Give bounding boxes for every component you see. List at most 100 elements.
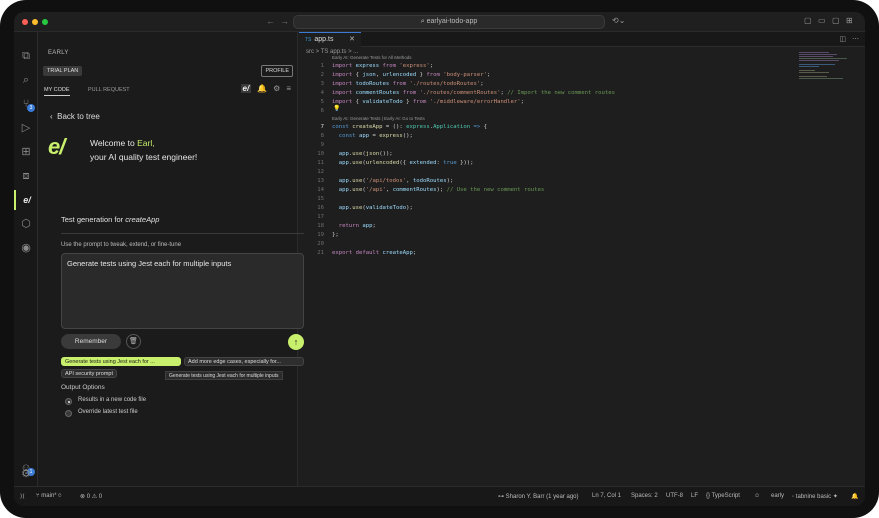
tab-label: app.ts [314,36,334,43]
remote-icon[interactable]: ⟩⟨ [20,493,25,500]
cursor-position[interactable]: Ln 7, Col 1 [592,493,621,499]
package-icon[interactable]: ⬡ [14,214,38,234]
search-icon[interactable]: ⌕ [14,70,38,90]
line-number: 8 [320,133,324,139]
tabnine-status[interactable]: ◦ tabnine basic ✦ [792,493,838,500]
line-number: 11 [317,160,324,166]
radio-override-test-file[interactable] [65,410,72,417]
split-editor-icon[interactable]: ◫ [839,36,846,43]
code-line: app.use(validateTodo); [338,205,413,211]
settings-icon[interactable]: ⚙ [273,84,280,93]
line-number: 2 [320,72,324,78]
manage-gear-icon[interactable]: ⚙ [14,464,38,484]
more-actions-icon[interactable]: ⋯ [852,36,859,43]
send-button[interactable]: ↑ [288,334,304,350]
explorer-icon[interactable]: ⧉ [14,46,38,66]
remote-explorer-icon[interactable]: ⧈ [14,166,38,186]
problems-status[interactable]: ⊗ 0 ⚠ 0 [80,493,102,500]
code-line: return app; [338,223,376,229]
trash-icon[interactable]: 🗑 [126,334,141,349]
indentation-status[interactable]: Spaces: 2 [631,493,658,499]
blame-text: Sharon Y. Barr (1 year ago) [505,494,579,500]
status-bar: ⟩⟨ ⑂ main* ⟳ ⊗ 0 ⚠ 0 ⊶ Sharon Y. Barr (1… [14,486,865,506]
language-status[interactable]: {} TypeScript [706,493,740,499]
close-window-button[interactable] [22,19,28,25]
toggle-secondary-sidebar-icon[interactable]: ▢ [832,16,840,25]
nav-back-icon[interactable]: ← [266,16,275,26]
nav-forward-icon[interactable]: → [280,16,289,26]
title-bar: ← → ⌕ earlyai-todo-app ⟲⌄ ▢ ▭ ▢ ⊞ [14,12,865,32]
branch-status[interactable]: ⑂ main* ⟳ [36,493,62,499]
vscode-window: ← → ⌕ earlyai-todo-app ⟲⌄ ▢ ▭ ▢ ⊞ ⧉ ⌕ ⑂ 3… [14,12,865,506]
code-line: const createApp = (): express.Applicatio… [332,124,487,130]
code-line: app.use(urlencoded({ extended: true })); [338,160,474,166]
close-icon[interactable]: ✕ [349,33,355,47]
menu-icon[interactable]: ≡ [286,84,291,93]
trial-plan-badge: TRIAL PLAN [43,66,83,76]
early-logo-badge[interactable]: e/ [240,84,252,93]
line-number: 13 [317,178,324,184]
copilot-status-icon[interactable]: ☺ [754,493,760,499]
editor-actions: ◫ ⋯ [833,35,859,43]
notifications-icon[interactable]: 🔔 [851,493,858,500]
code-line: import { validateTodo } from './middlewa… [332,99,525,105]
eol-status[interactable]: LF [691,493,698,499]
code-line: app.use('/api/todos', todoRoutes); [338,178,454,184]
divider [61,233,304,234]
profile-button[interactable]: PROFILE [261,65,293,77]
early-icon[interactable]: e/ [14,190,38,210]
early-status[interactable]: early [771,493,784,499]
language-name: TypeScript [711,493,740,499]
line-number: 9 [320,142,324,148]
code-line: import todoRoutes from './routes/todoRou… [332,81,484,87]
minimap[interactable] [799,52,849,92]
prompt-textarea[interactable]: Generate tests using Jest each for multi… [61,253,304,329]
prompt-chip[interactable]: Add more edge cases, especially for... [184,357,304,366]
remember-button[interactable]: Remember [61,334,121,349]
code-line: export default createApp; [332,250,417,256]
line-number: 18 [317,223,324,229]
tabnine-icon[interactable]: ◉ [14,238,38,258]
welcome-prefix: Welcome to [90,138,138,148]
line-number: 19 [317,232,324,238]
option-label: Results in a new code file [78,397,147,403]
line-number: 17 [317,214,324,220]
source-control-badge: 3 [27,104,35,112]
prompt-chip[interactable]: Generate tests using Jest each for ... [61,357,181,366]
activity-bar: ⧉ ⌕ ⑂3 ▷ ⊞ ⧈ e/ ⬡ ◉ ☺1 ⚙ [14,32,38,486]
sidebar-title: EARLY [48,50,69,56]
extensions-icon[interactable]: ⊞ [14,142,38,162]
prompt-chip[interactable]: API security prompt [61,369,117,378]
command-center[interactable]: ⌕ earlyai-todo-app [293,15,605,29]
line-number: 20 [317,241,324,247]
line-number: 6 [320,108,324,114]
git-commit-icon: ⊶ [498,494,506,500]
copilot-icon[interactable]: ⟲⌄ [612,16,625,25]
line-number: 3 [320,81,324,87]
code-line: const app = express(); [338,133,413,139]
run-debug-icon[interactable]: ▷ [14,118,38,138]
tab-pull-request[interactable]: PULL REQUEST [88,87,130,93]
line-number: 21 [317,250,324,256]
line-number: 10 [317,151,324,157]
toggle-panel-icon[interactable]: ▭ [818,16,826,25]
line-number: 15 [317,196,324,202]
radio-new-code-file[interactable] [65,398,72,405]
bell-icon[interactable]: 🔔 [257,84,267,93]
tab-app-ts[interactable]: TS app.ts ✕ [299,32,361,47]
source-control-icon[interactable]: ⑂ 3 [14,94,38,114]
tab-my-code[interactable]: MY CODE [44,87,70,96]
git-blame-status[interactable]: ⊶ Sharon Y. Barr (1 year ago) [498,493,579,500]
maximize-window-button[interactable] [42,19,48,25]
editor-tabs: TS app.ts ✕ ◫ ⋯ [299,32,865,47]
lightbulb-icon[interactable]: 💡 [333,105,340,112]
back-to-tree-link[interactable]: ‹ Back to tree [50,112,100,121]
minimize-window-button[interactable] [32,19,38,25]
toggle-sidebar-icon[interactable]: ▢ [804,16,812,25]
encoding-status[interactable]: UTF-8 [666,493,683,499]
typescript-icon: TS [305,37,312,43]
codelens-generate-tests[interactable]: Early AI: Generate Tests | Early AI: Go … [332,116,425,121]
codelens-generate-all[interactable]: Early AI: Generate Tests for All Methods [332,55,411,60]
customize-layout-icon[interactable]: ⊞ [846,16,853,25]
welcome-subtitle: your AI quality test engineer! [90,152,198,162]
